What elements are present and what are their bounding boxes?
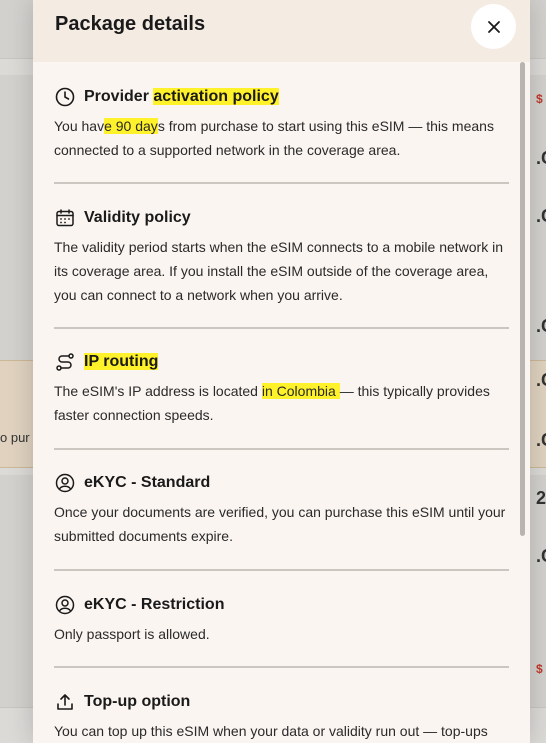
close-button[interactable] [471,4,516,49]
user-circle-icon [54,594,76,616]
calendar-icon [54,207,76,229]
highlight: IP routing [84,353,159,370]
section-title: IP routing [84,353,159,371]
section-body: The validity period starts when the eSIM… [54,239,503,303]
section-ekyc-standard: eKYC - Standard Once your documents are … [54,471,509,548]
background-edge-text: .C [536,370,546,390]
background-edge-text: 2 [536,488,546,508]
background-edge-text: $ [536,92,543,106]
section-activation-policy: Provider activation policy You have 90 d… [54,85,509,162]
divider [54,327,509,329]
divider [54,448,509,450]
modal-header: Package details [33,0,530,62]
background-cta-text: o pur [0,430,30,445]
highlight: activation policy [153,88,279,105]
section-ip-routing: IP routing The eSIM's IP address is loca… [54,350,509,427]
section-title: eKYC - Restriction [84,596,225,613]
background-edge-text: .C [536,206,546,226]
section-title: eKYC - Standard [84,474,211,491]
clock-icon [54,86,76,108]
section-body: Only passport is allowed. [54,626,210,642]
section-top-up-option: Top-up option You can top up this eSIM w… [54,690,509,743]
section-body: You have 90 days from purchase to start … [54,118,494,158]
upload-icon [54,691,76,713]
section-body: You can top up this eSIM when your data … [54,723,488,739]
section-body: Once your documents are verified, you ca… [54,504,506,544]
highlight: e 90 day [104,118,158,134]
section-title: Top-up option [84,693,191,710]
background-edge-text: $ [536,662,543,676]
close-icon [487,20,500,33]
section-ekyc-restriction: eKYC - Restriction Only passport is allo… [54,593,509,646]
highlight: in Colombia [261,383,340,399]
package-details-modal: Package details Provider activation poli… [33,0,530,743]
section-title: Provider activation policy [84,88,279,105]
modal-scroll-area[interactable]: Provider activation policy You have 90 d… [33,62,530,743]
route-icon [54,351,76,373]
divider [54,666,509,668]
modal-title: Package details [55,13,206,35]
background-edge-text: .C [536,430,546,450]
background-edge-text: .C [536,316,546,336]
divider [54,569,509,571]
section-title: Validity policy [84,209,191,226]
divider [54,182,509,184]
section-body: The eSIM's IP address is located in Colo… [54,383,490,423]
section-validity-policy: Validity policy The validity period star… [54,206,509,307]
scrollbar[interactable] [520,62,525,536]
background-edge-text: .C [536,546,546,566]
user-circle-icon [54,472,76,494]
background-edge-text: .C [536,148,546,168]
